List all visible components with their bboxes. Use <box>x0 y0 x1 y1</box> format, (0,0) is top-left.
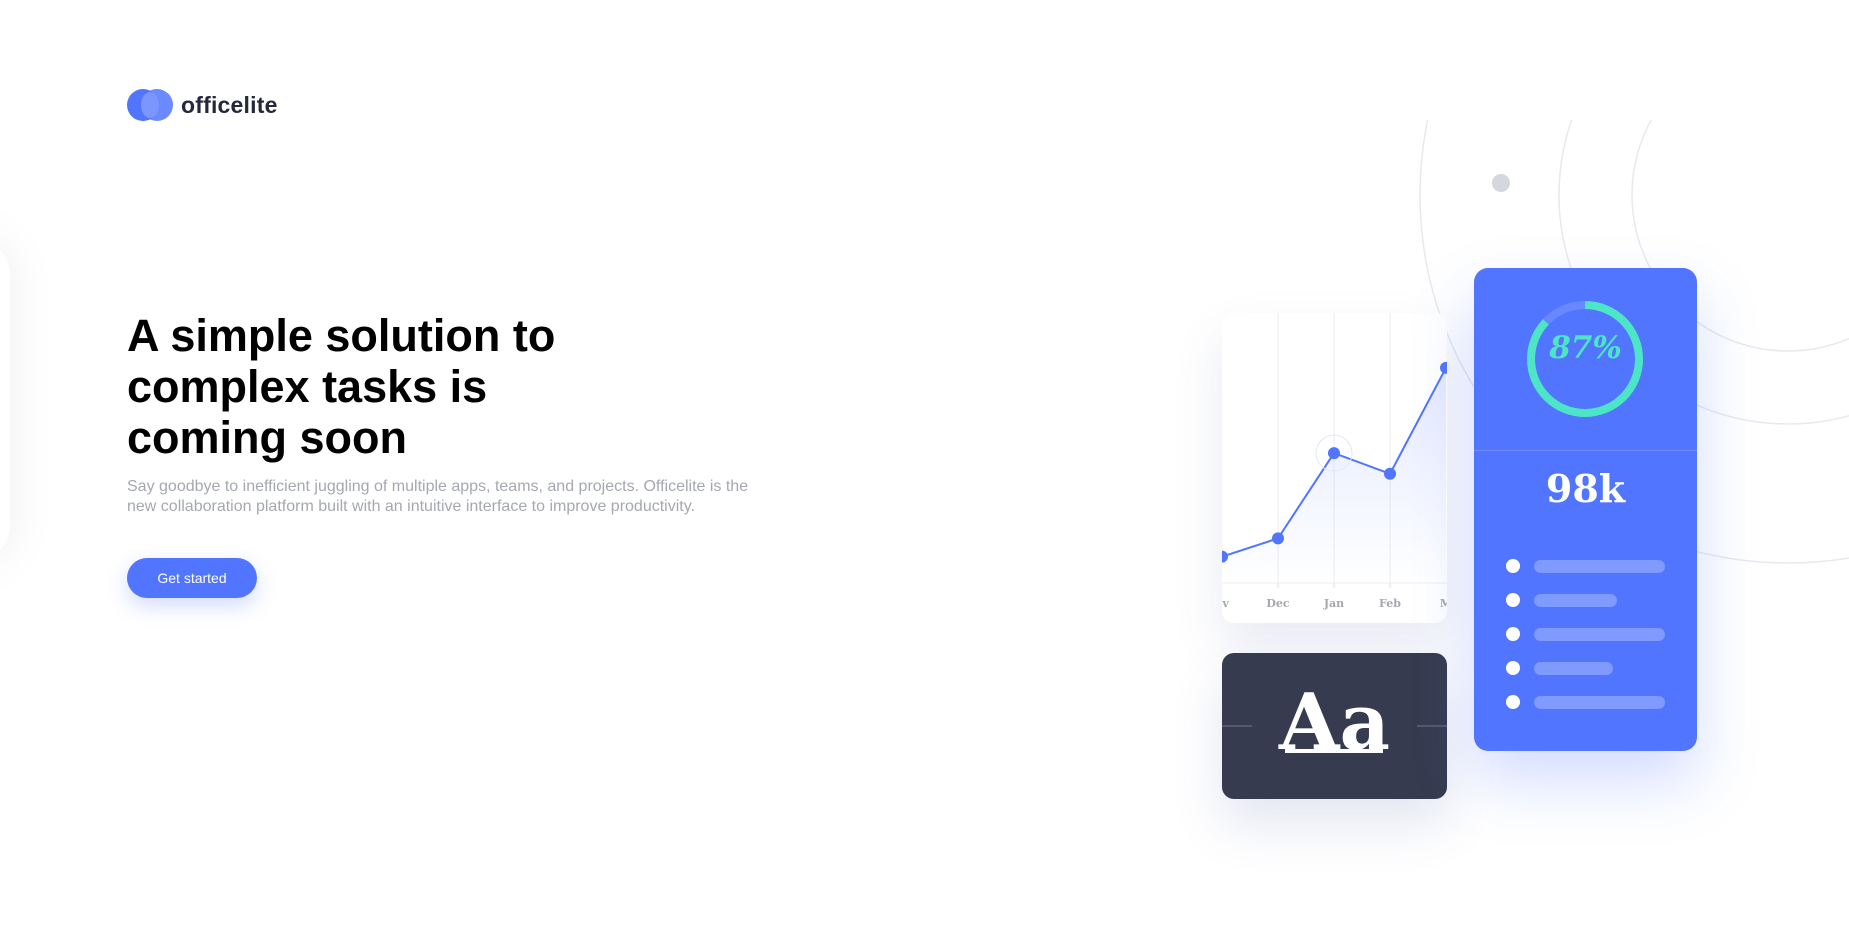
brand-name: officelite <box>181 91 278 118</box>
get-started-button[interactable]: Get started <box>127 558 257 598</box>
stats-list-item <box>1506 617 1665 651</box>
bullet-dot-icon <box>1506 661 1520 675</box>
chart-point <box>1440 361 1447 374</box>
stats-divider <box>1474 450 1697 451</box>
chart-tick-label: M <box>1440 597 1447 610</box>
chart-point <box>1328 447 1340 460</box>
brand-logo[interactable]: officelite <box>127 89 278 121</box>
stats-card: 87% 98k <box>1474 268 1697 751</box>
orbit-dot <box>1492 174 1510 192</box>
stats-placeholder-bar <box>1534 695 1665 709</box>
stats-placeholder-bar <box>1534 627 1665 641</box>
hero-description: Say goodbye to inefficient juggling of m… <box>127 478 749 515</box>
stats-list-item <box>1506 651 1665 685</box>
bullet-dot-icon <box>1506 559 1520 573</box>
hero-title: A simple solution to complex tasks is co… <box>127 310 556 463</box>
font-sample: Aa <box>1278 677 1391 768</box>
bullet-dot-icon <box>1506 695 1520 709</box>
chart-tick-label: Jan <box>1323 597 1344 610</box>
stats-big-number: 98k <box>1545 466 1626 511</box>
line-chart: ov Dec Jan Feb M <box>1222 313 1447 610</box>
side-card-shadow <box>0 240 10 560</box>
chart-point <box>1384 467 1396 480</box>
stats-list-item <box>1506 549 1665 583</box>
progress-ring-label: 87% <box>1549 330 1622 366</box>
chart-tick-label: ov <box>1222 597 1229 610</box>
chart-tick-label: Dec <box>1266 597 1290 610</box>
stats-list <box>1506 549 1665 719</box>
bullet-dot-icon <box>1506 593 1520 607</box>
logo-mark-icon <box>127 89 173 121</box>
chart-tick-label: Feb <box>1379 597 1401 610</box>
stats-list-item <box>1506 583 1665 617</box>
font-sample-underline <box>1285 749 1383 753</box>
stats-list-item <box>1506 685 1665 719</box>
chart-point <box>1272 532 1284 545</box>
stats-placeholder-bar <box>1534 593 1617 607</box>
stats-placeholder-bar <box>1534 559 1665 573</box>
typography-card: Aa <box>1222 653 1447 799</box>
stats-placeholder-bar <box>1534 661 1613 675</box>
line-chart-card: ov Dec Jan Feb M <box>1222 313 1447 623</box>
bullet-dot-icon <box>1506 627 1520 641</box>
